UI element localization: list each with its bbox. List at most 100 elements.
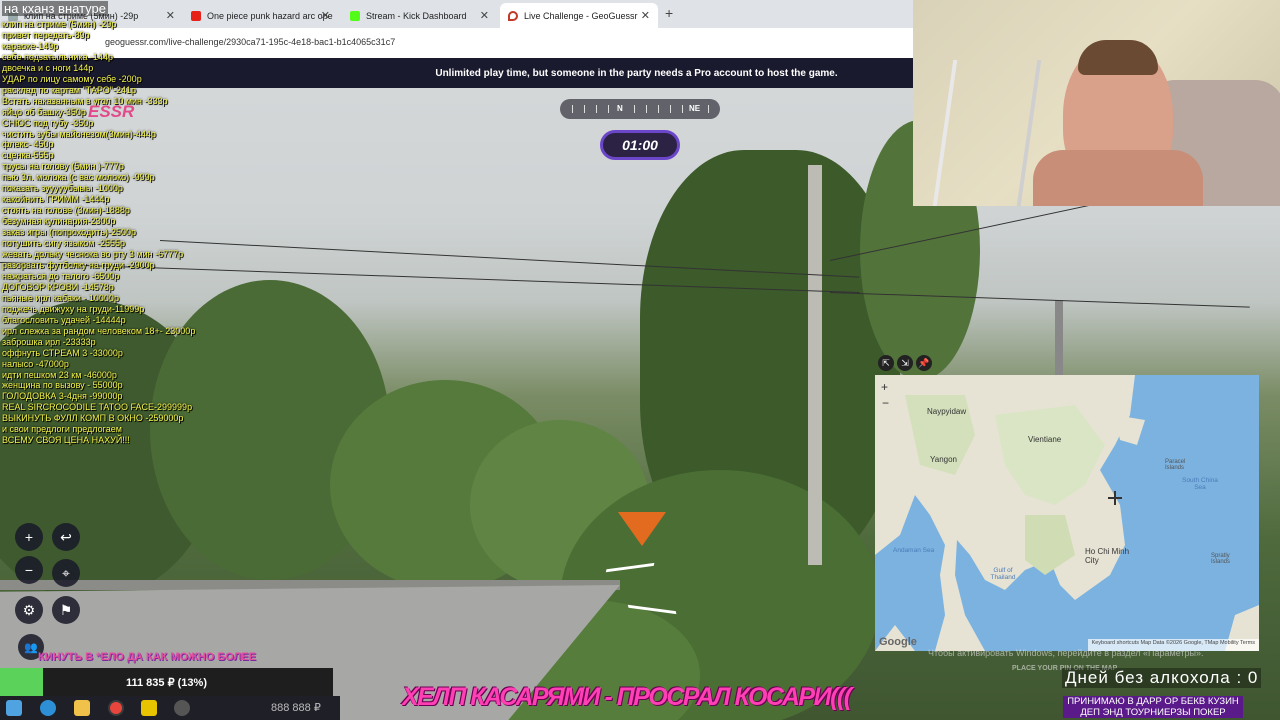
close-icon[interactable]: ✕ — [321, 9, 330, 22]
donation-item: сценка-555р — [2, 150, 54, 161]
obs-icon[interactable] — [174, 700, 190, 716]
donation-item: ВЫКИНУТЬ ФУЛЛ КОМП В ОКНО -259000р — [2, 413, 184, 424]
utility-pole — [808, 165, 822, 565]
banner-text: Unlimited play time, but someone in the … — [435, 67, 838, 79]
windows-activation-hint: Чтобы активировать Windows, перейдите в … — [928, 648, 1204, 658]
chrome-icon[interactable] — [108, 700, 124, 716]
donation-item: налысо -47000р — [2, 358, 69, 369]
map-label-naypyidaw: Naypyidaw — [927, 407, 967, 416]
donation-item: пью 3л. молока (с вас молоко) -999р — [2, 172, 155, 183]
donation-item: ГОЛОДОВКА 3-4дня -99000р — [2, 391, 123, 402]
map-label-vientiane: Vientiane — [1028, 435, 1062, 444]
zoom-out-button[interactable]: − — [15, 556, 43, 584]
progress-text: 111 835 ₽ (13%) — [125, 676, 207, 689]
start-icon[interactable] — [6, 700, 22, 716]
donation-item: оффнуть СТРЕАМ 3 -33000р — [2, 347, 123, 358]
explorer-icon[interactable] — [74, 700, 90, 716]
donation-title: на кханз внатуре — [2, 1, 108, 16]
taskbar-money: 888 888 ₽ — [271, 702, 321, 714]
donation-item: жевать дольку чеснока во рту 3 мин -6777… — [2, 249, 184, 260]
shrink-map-icon[interactable]: ⇲ — [897, 355, 913, 371]
map-zoom-in-button[interactable]: + — [881, 380, 888, 394]
donation-item: привет передать-89р — [2, 29, 90, 40]
donation-item: благословить удачей -14444р — [2, 314, 126, 325]
donation-item: ДОГОВОР КРОВИ -14578р — [2, 281, 114, 292]
donation-item: себе подзатыльника -144р — [2, 51, 114, 62]
expand-map-icon[interactable]: ⇱ — [878, 355, 894, 371]
tab-kick[interactable]: Stream - Kick Dashboard ✕ — [342, 3, 497, 28]
guess-map[interactable]: + − Naypyidaw Vientiane Yangon Paracel I… — [875, 375, 1259, 651]
tab-label: One piece punk hazard arc ope — [207, 10, 333, 21]
tab-label: Stream - Kick Dashboard — [366, 10, 467, 21]
donation-items: клип на стриме (5мин) -29р привет передат… — [2, 19, 195, 446]
close-icon[interactable]: ✕ — [480, 9, 489, 22]
donation-item: поджечь движуху на груди-11999р — [2, 303, 145, 314]
donation-item: безумная кулинария-2300р — [2, 216, 116, 227]
edge-icon[interactable] — [40, 700, 56, 716]
tab-label: Live Challenge - GeoGuessr — [524, 10, 638, 21]
flag-icon[interactable]: ⚑ — [52, 596, 80, 624]
donation-item: чистить зубы майонезом(3мин)-444р — [2, 128, 156, 139]
zoom-in-button[interactable]: + — [15, 523, 43, 551]
accepting-banner: ПРИНИМАЮ В ДАРР ОР БЕКВ КУЗИН ДЕП ЭНД ТО… — [1063, 696, 1243, 718]
close-icon[interactable]: ✕ — [641, 9, 650, 22]
hair — [1078, 40, 1158, 75]
map-label-andaman-sea: Andaman Sea — [893, 547, 935, 554]
days-counter: Дней без алкохола : 0 — [1062, 668, 1262, 688]
undo-move-button[interactable]: ↩ — [52, 523, 80, 551]
donation-item: расклад по картам "ТАРО"-241р — [2, 84, 137, 95]
map-label-ho-chi-minh: Ho Chi Minh City — [1085, 547, 1130, 565]
map-label-yangon: Yangon — [930, 455, 957, 464]
donation-item: идти пешком 23 км -46000р — [2, 369, 117, 380]
geoguessr-icon — [508, 10, 518, 21]
kick-icon — [350, 10, 360, 21]
donation-item: пьяные ирл кабаки - 10000р — [2, 292, 119, 303]
donation-item: и свои предлоги предлогаем — [2, 424, 122, 435]
map-label-gulf-of-thailand: Gulf of Thailand — [990, 567, 1016, 581]
donation-item: заказ игры (попроходить)-2500р — [2, 227, 137, 238]
settings-icon[interactable]: ⚙ — [15, 596, 43, 624]
yield-sign — [618, 512, 666, 546]
map-land — [875, 375, 1259, 651]
compass-northeast: NE — [689, 104, 701, 113]
donation-item: нажраться до талого -6500р — [2, 270, 120, 281]
return-to-start-button[interactable]: ⌖ — [52, 559, 80, 587]
donation-item: УДАР по лицу самому себе -200р — [2, 73, 142, 84]
taskbar: 888 888 ₽ — [0, 696, 340, 720]
compass-north: N — [617, 104, 623, 113]
donation-item: разорвать футболку на груди -2900р — [2, 259, 155, 270]
donation-item: ВСЕМУ СВОЯ ЦЕНА НАХУЙ!!! — [2, 435, 130, 446]
crosshair-cursor — [1108, 491, 1122, 505]
ticker-text: ХЕЛП КАСАРЯМИ - ПРОСРАЛ КОСАРИ((( — [402, 683, 852, 711]
donation-item: показать зууууубыыы -1000р — [2, 183, 123, 194]
map-label-spratly: Spratly Islands — [1211, 553, 1231, 565]
donation-item: стоять на голове (3мин)-1888р — [2, 205, 130, 216]
round-timer: 01:00 — [600, 130, 680, 160]
donation-item: потушить сигу языком -2555р — [2, 238, 125, 249]
donation-price-list: на кханз внатуре клип на стриме (5мин) -… — [0, 0, 208, 445]
donation-item: караоке-149р — [2, 40, 59, 51]
donation-item: клип на стриме (5мин) -29р — [2, 19, 117, 29]
pin-map-icon[interactable]: 📌 — [916, 355, 932, 371]
donation-item: REAL SIRCROCODILE TATOO FACE-299999р — [2, 402, 193, 413]
shoulders — [1033, 150, 1203, 206]
mic-stand — [932, 60, 1042, 206]
donation-item: трусы на голову (5мин )-777р — [2, 161, 124, 172]
webcam-feed — [913, 0, 1280, 206]
map-zoom-out-button[interactable]: − — [882, 396, 889, 410]
tab-geoguessr[interactable]: Live Challenge - GeoGuessr ✕ — [500, 3, 658, 28]
utility-pole — [1055, 300, 1063, 375]
map-label-south-china-sea: South China Sea — [1182, 477, 1218, 491]
donation-item: двоечка и с ноги 144р — [2, 62, 94, 73]
donation-item: заброшка ирл -23333р — [2, 336, 96, 347]
compass: N NE — [560, 99, 720, 119]
map-zoom-controls: + − — [878, 379, 894, 410]
map-label-paracel: Paracel Islands — [1165, 459, 1186, 471]
donation-item: какойнить ГРИММ -1444р — [2, 194, 110, 205]
new-tab-icon[interactable]: + — [665, 5, 673, 21]
donation-call: КИНУТЬ В *ЕЛО ДА КАК МОЖНО БОЛЕЕ — [38, 651, 256, 663]
donation-item: флекс- 450р — [2, 139, 54, 150]
donation-item: ирл слежка за рандом человеком 18+- 2300… — [2, 325, 196, 336]
google-logo: Google — [879, 636, 917, 648]
app-icon[interactable] — [141, 700, 157, 716]
